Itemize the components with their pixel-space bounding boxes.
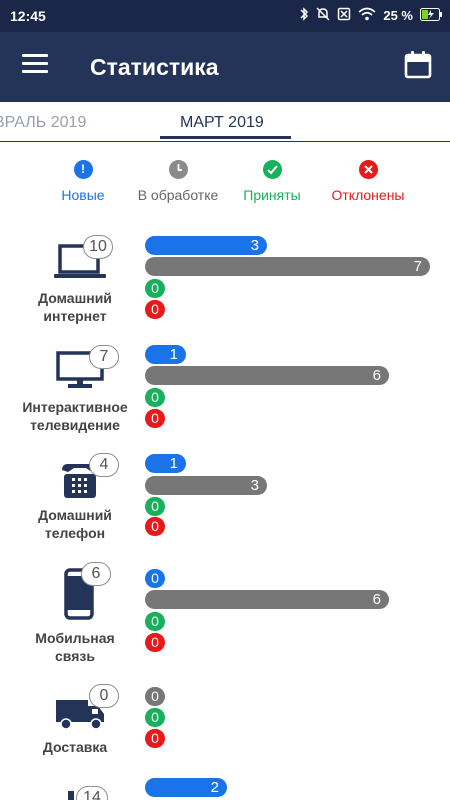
category-label: Домашний телефон [38,507,112,541]
new-count-bar: 3 [145,236,267,255]
legend-processing: В обработке [132,160,224,203]
tab-previous-month[interactable]: ВРАЛЬ 2019 [0,114,86,132]
count-badge: 14 [76,786,108,800]
legend-rejected: Отклонены [324,160,412,203]
battery-percent: 25 % [383,8,413,23]
legend-processing-label: В обработке [137,187,219,203]
status-bar: 12:45 25 % [0,0,450,32]
category-label: Доставка [42,739,108,755]
check-icon [262,160,282,179]
legend-accepted-label: Приняты [243,187,301,203]
page-title: Статистика [90,54,219,80]
menu-button[interactable] [22,54,48,78]
processing-count-bar: 6 [145,590,389,609]
battery-charging-icon [420,7,442,24]
category-label: Домашний интернет [38,290,112,324]
processing-count-chip: 0 [145,687,165,706]
calendar-button[interactable] [404,50,432,80]
count-badge: 10 [83,235,113,259]
category-home-internet[interactable]: 10 Домашний интернет 3 7 0 0 [0,230,450,330]
count-badge: 0 [89,684,119,708]
count-badge: 7 [89,345,119,369]
app-bar: Статистика [0,32,450,102]
accepted-count-chip: 0 [145,497,165,516]
clock-icon [168,160,188,179]
processing-count-bar: 3 [145,476,267,495]
tab-current-month[interactable]: МАРТ 2019 [180,114,264,132]
mute-icon [316,7,330,24]
calendar-icon [404,51,432,79]
hamburger-icon [22,54,48,57]
accepted-count-chip: 0 [145,279,165,298]
legend-new-label: Новые [61,187,105,203]
count-badge: 4 [89,453,119,477]
category-label: Мобильная связь [35,630,115,664]
category-mobile[interactable]: 6 Мобильная связь 0 6 0 0 [0,560,450,670]
rejected-count-chip: 0 [145,300,165,319]
legend-new: ! Новые [56,160,110,203]
processing-count-bar: 7 [145,257,430,276]
category-delivery[interactable]: 0 Доставка 0 0 0 [0,680,450,760]
rejected-count-chip: 0 [145,729,165,748]
category-interactive-tv[interactable]: 7 Интерактивное телевидение 1 6 0 0 [0,340,450,440]
accepted-count-chip: 0 [145,708,165,727]
cross-icon [358,160,378,179]
count-badge: 6 [81,562,111,586]
accepted-count-chip: 0 [145,612,165,631]
new-count-chip: 0 [145,569,165,588]
device-icon [68,791,74,800]
rejected-count-chip: 0 [145,409,165,428]
status-icons: 25 % [299,7,442,24]
legend-rejected-label: Отклонены [331,187,405,203]
new-count-bar: 1 [145,345,186,364]
processing-count-bar: 6 [145,366,389,385]
tab-indicator [160,136,291,139]
accepted-count-chip: 0 [145,388,165,407]
bluetooth-icon [299,7,309,24]
rejected-count-chip: 0 [145,517,165,536]
exclamation-icon: ! [73,160,93,179]
new-count-bar: 2 [145,778,227,797]
rejected-count-chip: 0 [145,633,165,652]
month-tabs: ВРАЛЬ 2019 МАРТ 2019 [0,102,450,142]
legend-accepted: Приняты [238,160,306,203]
category-label: Интерактивное телевидение [22,399,128,433]
category-home-phone[interactable]: 4 Домашний телефон 1 3 0 0 [0,450,450,550]
status-time: 12:45 [10,8,46,24]
no-sim-icon [337,7,351,24]
wifi-icon [358,7,376,24]
category-partial[interactable]: 2 14 [0,775,450,800]
status-legend: ! Новые В обработке Приняты Отклонены [0,160,450,210]
new-count-bar: 1 [145,454,186,473]
